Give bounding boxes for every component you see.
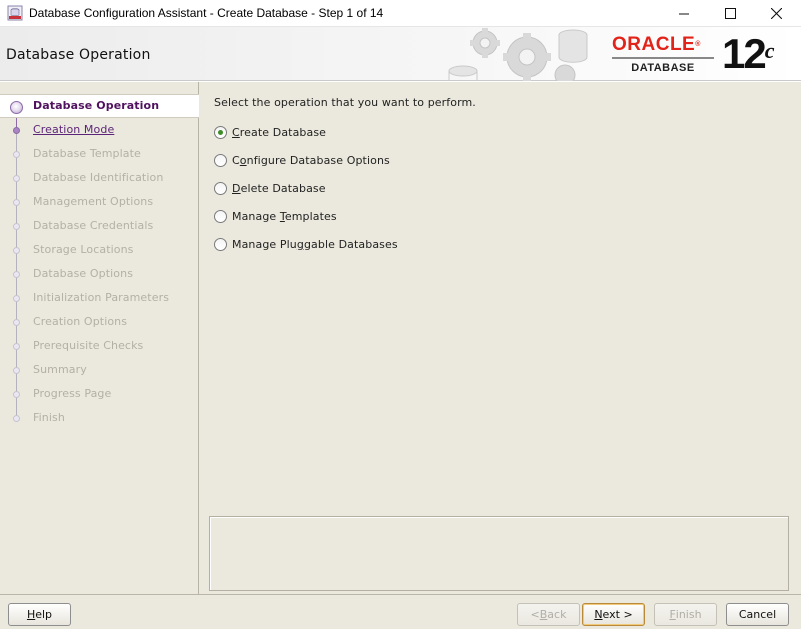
oracle-logo: ORACLE® DATABASE: [612, 35, 720, 74]
help-button[interactable]: Help: [8, 603, 71, 626]
step-management-options: Management Options: [0, 190, 199, 214]
version-badge: 12c: [722, 32, 774, 76]
step-label: Database Operation: [33, 99, 160, 112]
registered-mark: ®: [695, 41, 701, 48]
step-indicator-icon: [13, 415, 20, 422]
step-database-template: Database Template: [0, 142, 199, 166]
step-database-options: Database Options: [0, 262, 199, 286]
step-indicator-icon: [10, 101, 23, 114]
step-summary: Summary: [0, 358, 199, 382]
step-indicator-icon: [13, 391, 20, 398]
step-label: Database Template: [33, 147, 141, 160]
cancel-button[interactable]: Cancel: [726, 603, 789, 626]
step-database-credentials: Database Credentials: [0, 214, 199, 238]
version-number: 12: [722, 30, 767, 77]
step-indicator-icon: [13, 271, 20, 278]
gears-database-graphic-icon: [448, 28, 588, 81]
step-progress-page: Progress Page: [0, 382, 199, 406]
operation-prompt: Select the operation that you want to pe…: [214, 96, 476, 109]
steps-panel: Database Operation Creation Mode Database …: [0, 82, 199, 594]
option-manage-templates[interactable]: Manage Templates: [214, 206, 614, 226]
minimize-button[interactable]: [661, 0, 707, 27]
step-creation-mode[interactable]: Creation Mode: [0, 118, 199, 142]
option-label[interactable]: Delete Database: [232, 182, 326, 195]
content-panel: Select the operation that you want to pe…: [200, 82, 801, 594]
step-database-operation: Database Operation: [0, 94, 199, 118]
window-title: Database Configuration Assistant - Creat…: [29, 6, 384, 20]
finish-button[interactable]: Finish: [654, 603, 717, 626]
step-indicator-icon: [13, 175, 20, 182]
step-label: Database Options: [33, 267, 134, 280]
version-suffix: c: [764, 38, 775, 63]
radio-button[interactable]: [214, 153, 227, 167]
step-indicator-icon: [13, 343, 20, 350]
step-label: Summary: [33, 363, 87, 376]
close-button[interactable]: [753, 0, 799, 27]
step-indicator-icon: [13, 367, 20, 374]
next-button[interactable]: Next >: [582, 603, 645, 626]
step-indicator-icon: [13, 151, 20, 158]
option-manage-pluggable-databases[interactable]: Manage Pluggable Databases: [214, 234, 614, 254]
step-indicator-icon: [13, 223, 20, 230]
step-label: Initialization Parameters: [33, 291, 170, 304]
option-label[interactable]: Configure Database Options: [232, 154, 390, 167]
window-titlebar: Database Configuration Assistant - Creat…: [0, 0, 801, 27]
close-icon: [770, 8, 782, 19]
step-label: Management Options: [33, 195, 154, 208]
step-indicator-icon: [13, 295, 20, 302]
minimize-icon: [678, 13, 689, 15]
option-label[interactable]: Manage Pluggable Databases: [232, 238, 398, 251]
maximize-icon: [724, 8, 736, 19]
option-create-database[interactable]: Create Database: [214, 122, 614, 142]
step-indicator-icon: [13, 319, 20, 326]
wizard-header: Database Operation ORACLE® DATABASE 12c: [0, 27, 801, 81]
oracle-product: DATABASE: [612, 57, 714, 74]
step-label: Creation Options: [33, 315, 128, 328]
option-delete-database[interactable]: Delete Database: [214, 178, 614, 198]
step-initialization-parameters: Initialization Parameters: [0, 286, 199, 310]
step-label: Database Credentials: [33, 219, 154, 232]
step-indicator-icon: [13, 127, 20, 134]
radio-button[interactable]: [214, 125, 227, 139]
step-label: Progress Page: [33, 387, 112, 400]
step-indicator-icon: [13, 247, 20, 254]
option-configure-database-options[interactable]: Configure Database Options: [214, 150, 614, 170]
oracle-wordmark: ORACLE: [612, 34, 696, 55]
step-label: Finish: [33, 411, 65, 424]
details-box: [209, 516, 789, 591]
step-prerequisite-checks: Prerequisite Checks: [0, 334, 199, 358]
radio-button[interactable]: [214, 181, 227, 195]
radio-button[interactable]: [214, 237, 227, 251]
back-button[interactable]: < Back: [517, 603, 580, 626]
step-storage-locations: Storage Locations: [0, 238, 199, 262]
step-label: Database Identification: [33, 171, 164, 184]
dbca-app-icon: [7, 5, 23, 21]
maximize-button[interactable]: [707, 0, 753, 27]
button-bar: Help < Back Next > Finish Cancel: [0, 594, 801, 629]
step-label: Storage Locations: [33, 243, 134, 256]
step-label: Prerequisite Checks: [33, 339, 144, 352]
step-indicator-icon: [13, 199, 20, 206]
option-label[interactable]: Manage Templates: [232, 210, 337, 223]
step-label[interactable]: Creation Mode: [33, 123, 114, 136]
option-label[interactable]: Create Database: [232, 126, 326, 139]
step-creation-options: Creation Options: [0, 310, 199, 334]
page-title: Database Operation: [6, 47, 151, 63]
radio-button[interactable]: [214, 209, 227, 223]
step-database-identification: Database Identification: [0, 166, 199, 190]
step-finish: Finish: [0, 406, 199, 430]
wizard-body: Database Operation Creation Mode Database …: [0, 82, 801, 629]
